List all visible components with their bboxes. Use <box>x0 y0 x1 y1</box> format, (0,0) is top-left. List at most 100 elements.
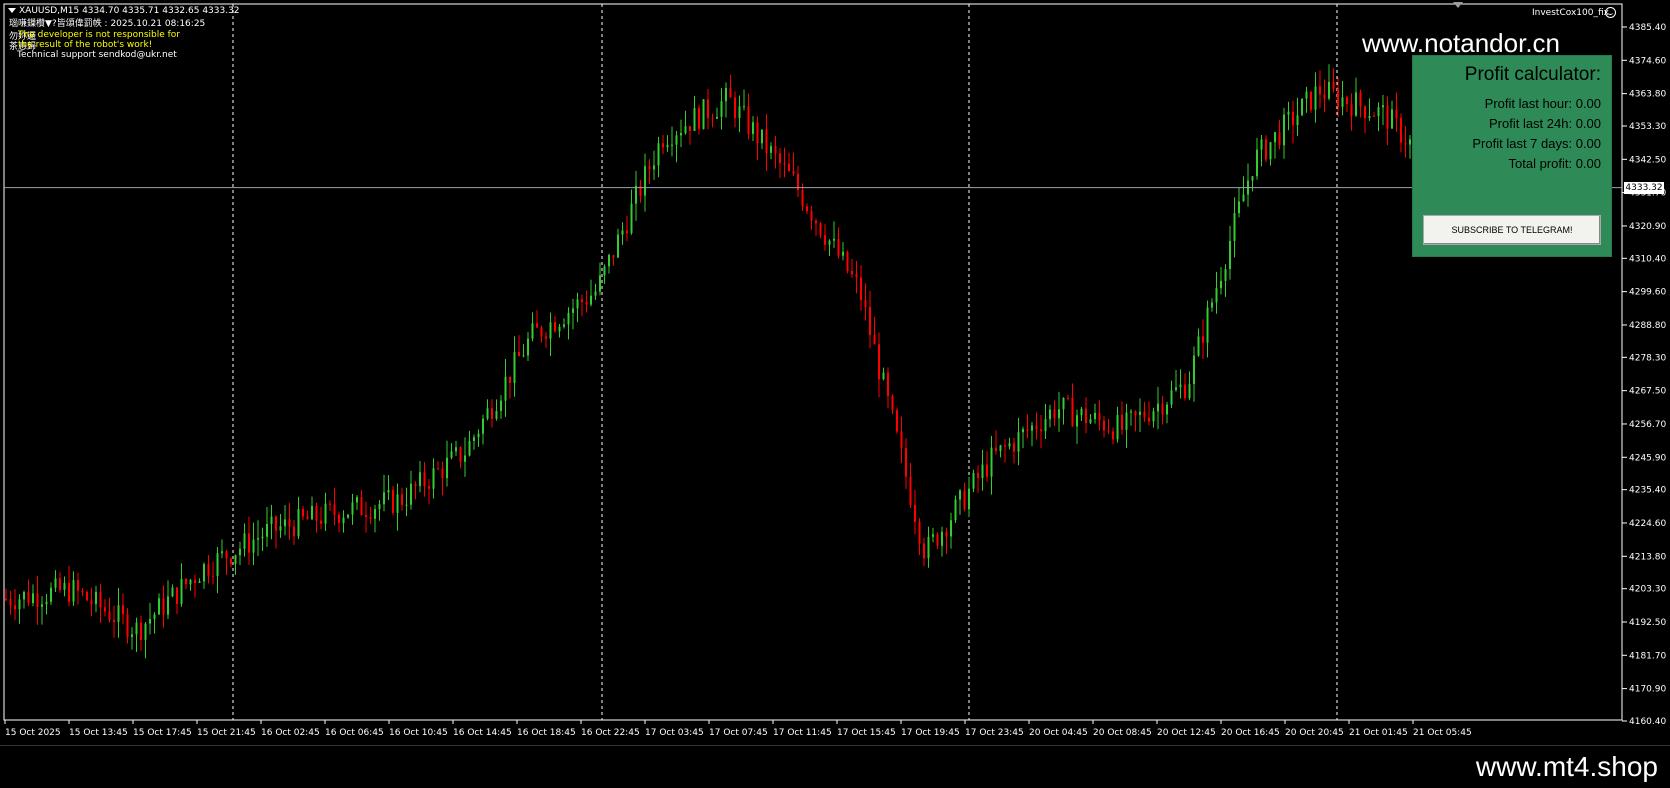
candle-body <box>608 254 610 267</box>
candle-body <box>540 327 543 337</box>
candle <box>563 318 565 329</box>
candle <box>770 142 772 160</box>
candle <box>1211 298 1213 312</box>
candle <box>1085 397 1087 434</box>
candle-body <box>194 580 196 583</box>
candle-body <box>1278 132 1281 146</box>
candle-body <box>1004 445 1006 447</box>
candle <box>662 135 664 155</box>
candle-body <box>1287 111 1290 115</box>
candle <box>1377 102 1380 132</box>
candle <box>1184 373 1186 401</box>
time-axis-label: 20 Oct 08:45 <box>1093 728 1152 738</box>
candle <box>126 608 129 644</box>
candle <box>473 434 475 450</box>
candle-body <box>968 488 970 510</box>
candle-body <box>1152 411 1155 422</box>
candle-body <box>149 618 151 624</box>
candle-body <box>383 492 385 505</box>
candle-body <box>995 447 997 452</box>
candle-body <box>248 533 250 553</box>
candle-body <box>270 516 273 524</box>
candle-body <box>680 133 682 136</box>
candle <box>482 414 484 445</box>
candle-body <box>1008 443 1011 447</box>
candle <box>270 504 273 540</box>
candle <box>437 461 439 471</box>
candle <box>900 416 903 464</box>
chart-window[interactable]: 4385.40 4374.60 4363.80 4353.30 4342.50 4331.… <box>0 0 1670 745</box>
candle <box>734 91 736 128</box>
candle <box>329 500 331 511</box>
candle-body <box>1400 117 1402 143</box>
candle-body <box>1148 417 1150 422</box>
candle-body <box>1188 384 1191 399</box>
candle-body <box>738 106 741 119</box>
candle <box>644 153 646 212</box>
candle <box>441 461 444 496</box>
candle <box>635 170 637 221</box>
candle <box>918 518 921 555</box>
chart-menu-arrow-icon[interactable] <box>8 8 16 13</box>
candle <box>284 504 286 536</box>
candle <box>1098 400 1101 431</box>
candle-body <box>1305 91 1308 99</box>
candle <box>540 325 543 343</box>
time-axis-label: 16 Oct 02:45 <box>261 728 320 738</box>
candle-body <box>410 483 412 505</box>
candle <box>374 504 376 533</box>
candle <box>50 582 52 605</box>
candle-body <box>545 336 547 339</box>
candle <box>756 116 759 161</box>
candle <box>1341 80 1344 116</box>
candle <box>1319 70 1321 109</box>
candle-body <box>369 516 372 519</box>
candle <box>819 221 822 239</box>
time-axis-label: 20 Oct 20:45 <box>1285 728 1344 738</box>
price-axis-label: 4170.90 <box>1629 685 1666 695</box>
candle-body <box>1130 411 1132 413</box>
price-axis-label: 4256.70 <box>1629 420 1666 430</box>
candle <box>131 627 133 650</box>
candle-body <box>81 590 84 592</box>
candle-body <box>567 312 570 325</box>
candle <box>1296 97 1299 136</box>
chart-shift-marker-icon[interactable] <box>1453 2 1463 8</box>
candle-body <box>882 372 885 380</box>
candle <box>486 399 489 421</box>
time-axis-label: 15 Oct 21:45 <box>197 728 256 738</box>
candle-body <box>396 494 399 513</box>
candle <box>972 469 975 493</box>
footer-brand: www.mt4.shop <box>1475 751 1658 782</box>
candle <box>909 463 912 508</box>
price-axis-label: 4363.80 <box>1629 90 1666 100</box>
price-axis-label: 4299.60 <box>1629 288 1666 298</box>
candle-body <box>126 614 129 637</box>
candle-body <box>167 596 169 615</box>
candle-body <box>1161 403 1164 415</box>
candle-body <box>1364 106 1366 119</box>
subscribe-telegram-button[interactable]: SUBSCRIBE TO TELEGRAM! <box>1423 215 1601 245</box>
candle-body <box>1328 81 1330 99</box>
candle <box>905 438 907 490</box>
candle-body <box>212 575 214 577</box>
candle <box>995 430 997 455</box>
candle-body <box>990 447 993 477</box>
candle <box>513 336 516 397</box>
candle-body <box>657 143 660 166</box>
candle <box>1130 409 1132 426</box>
time-axis-label: 17 Oct 07:45 <box>709 728 768 738</box>
price-axis-label: 4278.30 <box>1629 353 1666 363</box>
candle-body <box>288 519 291 527</box>
candle <box>608 253 610 274</box>
candle-body <box>1071 398 1074 427</box>
time-axis-label: 17 Oct 23:45 <box>965 728 1024 738</box>
candle-body <box>117 605 120 622</box>
candle-body <box>86 591 88 601</box>
candle <box>657 136 660 178</box>
candle-body <box>315 506 318 521</box>
candle <box>1116 406 1119 443</box>
candle-body <box>342 517 345 524</box>
smiley-icon[interactable] <box>1605 7 1616 18</box>
candle <box>446 440 448 487</box>
